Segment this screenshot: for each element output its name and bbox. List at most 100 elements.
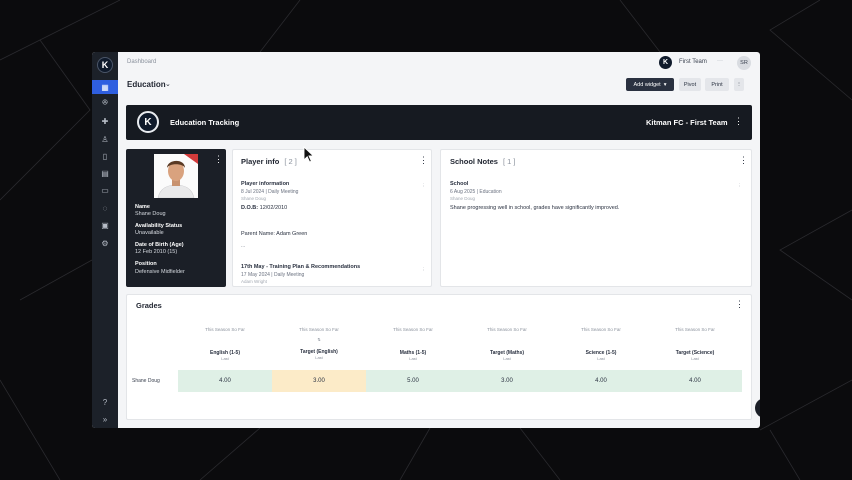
medical-cross-icon: ✚	[101, 116, 109, 126]
settings-icon: ⚙	[101, 238, 109, 248]
note-title[interactable]: 17th May - Training Plan & Recommendatio…	[241, 264, 360, 270]
player-info-menu-icon[interactable]: ⋮	[419, 155, 428, 166]
grade-column-header[interactable]: This Season So Far ⇅ Target (English) La…	[272, 327, 366, 360]
sidebar-item-medical[interactable]: ✚	[92, 114, 118, 128]
chevron-down-icon: ▾	[663, 81, 667, 88]
note-body: D.O.B: 12/02/2010	[241, 205, 287, 211]
season-label: This Season So Far	[393, 327, 433, 332]
main-content: Dashboard K First Team ··· SR Education …	[118, 52, 760, 428]
player-info-title: Player info [ 2 ]	[241, 157, 297, 166]
name-label: Name	[135, 204, 150, 210]
column-sub: Last	[409, 356, 417, 361]
sidebar-item-documents[interactable]: ▣	[92, 218, 118, 232]
app-window: K ▦ ꔮ ✚ ♙ ▯ ▤ ▭ ◌ ▣ ⚙ ? » Dashboard K Fi…	[92, 52, 760, 428]
position-label: Position	[135, 261, 157, 267]
note-author: Adam Wright	[241, 279, 267, 284]
sidebar-item-squad[interactable]: ꔮ	[92, 96, 118, 110]
grade-column-header[interactable]: This Season So Far Target (Science) Last	[648, 327, 742, 361]
sidebar: K ▦ ꔮ ✚ ♙ ▯ ▤ ▭ ◌ ▣ ⚙ ? »	[92, 52, 118, 428]
note-meta: 17 May 2024 | Daily Meeting	[241, 272, 305, 278]
bus-icon: ▭	[101, 185, 109, 195]
help-icon: ?	[102, 397, 108, 407]
sidebar-item-athletes[interactable]: ♙	[92, 132, 118, 146]
season-label: This Season So Far	[487, 327, 527, 332]
clipboard-icon: ▯	[102, 151, 108, 161]
note-title[interactable]: School	[450, 181, 468, 187]
school-notes-title: School Notes [ 1 ]	[450, 157, 515, 166]
page-title[interactable]: Education	[127, 80, 166, 89]
availability-label: Availability Status	[135, 223, 183, 229]
sidebar-item-calendar[interactable]: ▤	[92, 166, 118, 180]
column-sub: Last	[221, 356, 229, 361]
topbar: Dashboard K First Team ··· SR	[118, 52, 760, 74]
grade-column-header[interactable]: This Season So Far Target (Maths) Last	[460, 327, 554, 361]
sidebar-expand[interactable]: »	[92, 412, 118, 426]
grade-column-header[interactable]: This Season So Far Science (1-5) Last	[554, 327, 648, 361]
sidebar-item-forms[interactable]: ▯	[92, 149, 118, 163]
note-menu-icon[interactable]: ⋮	[421, 267, 426, 273]
note-title[interactable]: Player information	[241, 181, 289, 187]
note-meta: 6 Aug 2025 | Education	[450, 189, 502, 195]
grade-cell[interactable]: 3.00	[272, 370, 366, 392]
note-ellipsis: ...	[241, 243, 246, 249]
dashboard-banner: K Education Tracking Kitman FC - First T…	[126, 105, 752, 140]
expand-icon: »	[102, 414, 108, 424]
chat-icon: ◌	[102, 203, 108, 213]
column-sub: Last	[503, 356, 511, 361]
kitman-logo: K	[137, 111, 159, 133]
add-widget-button[interactable]: Add widget ▾	[626, 78, 674, 91]
grade-column-header[interactable]: This Season So Far Maths (1-5) Last	[366, 327, 460, 361]
note-menu-icon[interactable]: ⋮	[737, 183, 742, 189]
banner-menu-icon[interactable]: ⋮	[734, 116, 743, 127]
team-dash: ···	[717, 58, 723, 64]
note-meta: 8 Jul 2024 | Daily Meeting	[241, 189, 299, 195]
dob-key: D.O.B:	[241, 205, 259, 211]
grade-cell[interactable]: 4.00	[554, 370, 648, 392]
sidebar-item-settings[interactable]: ⚙	[92, 236, 118, 250]
user-avatar[interactable]: SR	[737, 56, 751, 70]
sort-icon[interactable]: ⇅	[272, 337, 366, 342]
pivot-button[interactable]: Pivot	[679, 78, 701, 91]
bar-chart-icon: ▦	[101, 82, 109, 92]
grade-cell[interactable]: 4.00	[178, 370, 272, 392]
season-label: This Season So Far	[205, 327, 245, 332]
profile-menu-icon[interactable]: ⋮	[214, 154, 223, 165]
team-selector[interactable]: First Team	[679, 59, 707, 65]
position-value: Defensive Midfielder	[135, 269, 185, 275]
card-count: [ 2 ]	[284, 157, 297, 166]
kitman-logo[interactable]: K	[97, 57, 113, 73]
school-notes-menu-icon[interactable]: ⋮	[739, 155, 748, 166]
print-button[interactable]: Print	[705, 78, 729, 91]
note-author: Shane Doug	[450, 196, 476, 201]
grade-column-header[interactable]: This Season So Far English (1-5) Last	[178, 327, 272, 361]
season-label: This Season So Far	[299, 327, 339, 332]
player-info-card: Player info[ 2 ] ⋮ Player information ⋮ …	[232, 149, 432, 287]
breadcrumb[interactable]: Dashboard	[127, 59, 156, 65]
card-title-text: Player info	[241, 157, 280, 166]
dob-text: 12/02/2010	[259, 205, 288, 211]
column-sub: Last	[597, 356, 605, 361]
athlete-name: Shane Doug	[135, 211, 166, 217]
sidebar-item-help[interactable]: ?	[92, 395, 118, 409]
grades-card: Grades ⋮ This Season So Far English (1-5…	[126, 294, 752, 420]
grade-cell[interactable]: 3.00	[460, 370, 554, 392]
support-chat-button[interactable]	[755, 398, 760, 418]
grade-cell[interactable]: 5.00	[366, 370, 460, 392]
note-body: Shane progressing well in school, grades…	[450, 205, 620, 211]
more-options-button[interactable]: ⋮	[734, 78, 744, 91]
grades-menu-icon[interactable]: ⋮	[735, 299, 744, 310]
banner-team: Kitman FC - First Team	[646, 118, 728, 127]
season-label: This Season So Far	[581, 327, 621, 332]
grade-cell[interactable]: 4.00	[648, 370, 742, 392]
card-title-text: School Notes	[450, 157, 498, 166]
sidebar-item-messages[interactable]: ◌	[92, 201, 118, 215]
school-notes-card: School Notes [ 1 ] ⋮ School ⋮ 6 Aug 2025 …	[440, 149, 752, 287]
season-label: This Season So Far	[675, 327, 715, 332]
chevron-down-icon[interactable]: ⌄	[165, 80, 171, 88]
note-menu-icon[interactable]: ⋮	[421, 183, 426, 189]
sidebar-item-travel[interactable]: ▭	[92, 183, 118, 197]
row-athlete-name[interactable]: Shane Doug	[132, 378, 160, 384]
parent-name: Parent Name: Adam Green	[241, 231, 308, 237]
column-sub: Last	[315, 355, 323, 360]
sidebar-item-analysis[interactable]: ▦	[92, 80, 118, 94]
